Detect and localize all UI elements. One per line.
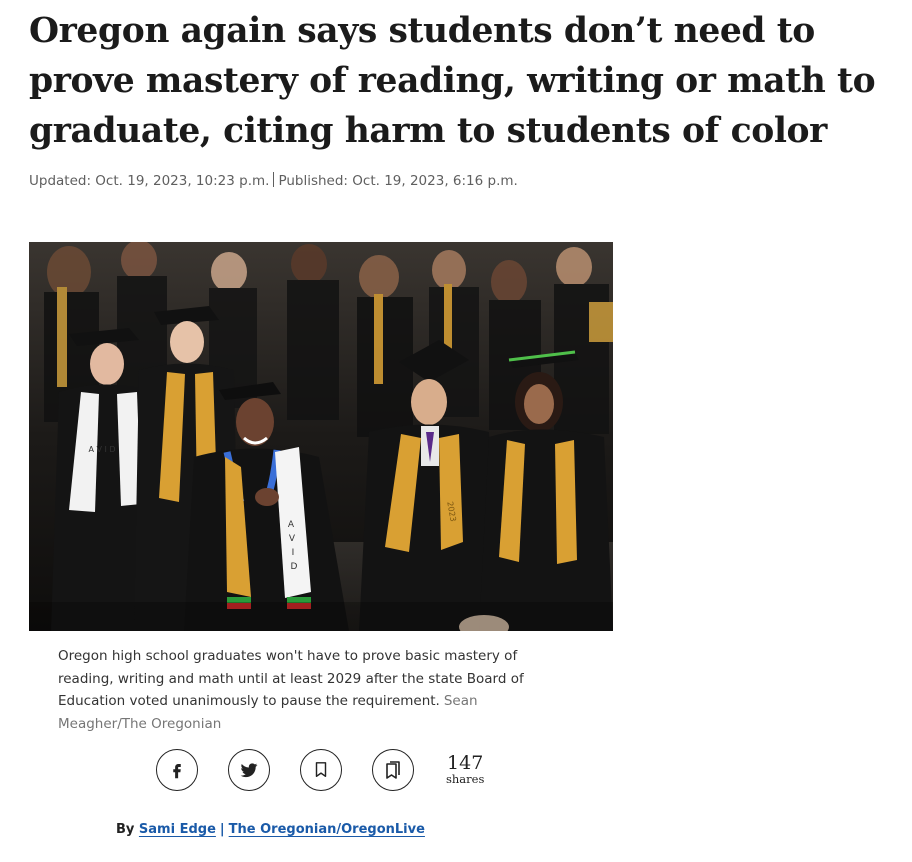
share-toolbar: 147 shares: [156, 749, 496, 791]
outlet-link[interactable]: The Oregonian/OregonLive: [229, 822, 425, 837]
saved-list-button[interactable]: [372, 749, 414, 791]
twitter-icon: [240, 763, 258, 778]
share-count: 147 shares: [446, 753, 484, 785]
byline-separator: |: [219, 822, 225, 837]
bookmark-icon: [315, 762, 327, 778]
graduation-photo-illustration: A V I D A V I D 2023: [29, 242, 613, 631]
svg-text:I: I: [292, 548, 295, 558]
svg-text:D: D: [291, 562, 298, 572]
bookmark-button[interactable]: [300, 749, 342, 791]
facebook-share-button[interactable]: [156, 749, 198, 791]
svg-text:V: V: [289, 534, 296, 544]
share-count-number: 147: [447, 752, 484, 774]
byline-prefix: By: [116, 822, 135, 837]
author-link[interactable]: Sami Edge: [139, 822, 216, 837]
article-photo: A V I D A V I D 2023: [29, 242, 613, 631]
dateline-divider: [273, 172, 275, 187]
svg-text:A V I D: A V I D: [88, 445, 115, 454]
svg-text:A: A: [288, 520, 295, 530]
twitter-share-button[interactable]: [228, 749, 270, 791]
article-headline: Oregon again says students don’t need to…: [29, 11, 876, 151]
article-dateline: Updated: Oct. 19, 2023, 10:23 p.m. Publis…: [29, 172, 518, 189]
share-count-label: shares: [446, 772, 485, 786]
updated-timestamp: Updated: Oct. 19, 2023, 10:23 p.m.: [29, 173, 270, 189]
saved-list-icon: [386, 761, 400, 779]
article-byline: By Sami Edge | The Oregonian/OregonLive: [116, 822, 425, 837]
facebook-icon: [173, 764, 181, 779]
photo-caption: Oregon high school graduates won't have …: [58, 645, 558, 735]
published-timestamp: Published: Oct. 19, 2023, 6:16 p.m.: [278, 173, 518, 189]
